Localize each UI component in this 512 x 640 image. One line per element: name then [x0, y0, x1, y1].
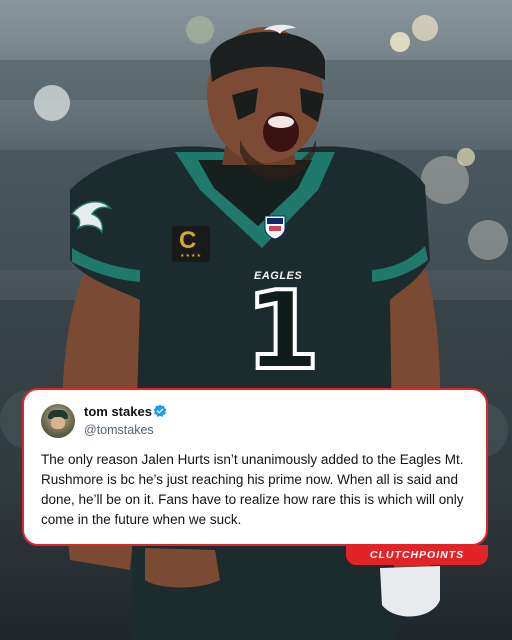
tweet-display-name[interactable]: tom stakes: [84, 404, 152, 419]
tweet-card: tom stakes @tomstakes The only reason Ja…: [22, 388, 488, 546]
captain-letter: C: [179, 227, 197, 254]
nfl-shield-icon: [264, 215, 286, 240]
star-icons: ★★★★: [180, 253, 202, 259]
helmet-eagle-logo-icon: [264, 24, 296, 34]
jersey-number: 1: [243, 269, 322, 394]
tweet-text: The only reason Jalen Hurts isn’t unanim…: [41, 452, 464, 527]
verified-badge-icon: [153, 404, 167, 417]
tweet-handle[interactable]: @tomstakes: [84, 423, 154, 437]
photo-background: EAGLES 1 C ★★★★ tom stakes @tomstakes Th…: [0, 0, 512, 640]
eagle-logo-icon: [70, 201, 112, 234]
clutchpoints-logo: CLUTCHPOINTS: [346, 545, 488, 565]
avatar[interactable]: [41, 404, 75, 438]
captain-patch: C ★★★★: [172, 226, 210, 262]
